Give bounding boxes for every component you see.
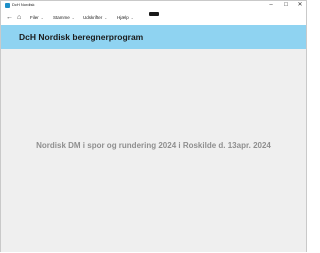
menu-filer-label: Filer <box>30 15 39 20</box>
menu-filer[interactable]: Filer ⌄ <box>30 14 44 22</box>
chevron-down-icon: ⌄ <box>71 16 75 20</box>
event-description: Nordisk DM i spor og rundering 2024 i Ro… <box>36 141 271 150</box>
menu-hjaelp[interactable]: Hjælp ⌄ <box>117 14 134 22</box>
header-banner: DcH Nordisk beregnerprogram <box>1 25 306 49</box>
back-arrow-icon[interactable]: ← <box>6 13 13 23</box>
menu-udskrifter-label: Udskrifter <box>83 15 103 20</box>
menu-stamme-label: Stamme <box>53 15 70 20</box>
minimize-button[interactable]: – <box>264 1 278 11</box>
home-icon[interactable]: ⌂ <box>17 13 21 23</box>
menu-bar: ← ⌂ Filer ⌄ Stamme ⌄ Udskrifter ⌄ Hjælp ⌄ <box>1 11 306 25</box>
title-bar: DcH Nordisk – ☐ ✕ <box>1 1 306 11</box>
app-icon <box>5 3 10 8</box>
toolbar-badge <box>149 12 159 16</box>
chevron-down-icon: ⌄ <box>130 16 134 20</box>
menu-hjaelp-label: Hjælp <box>117 15 129 20</box>
menu-stamme[interactable]: Stamme ⌄ <box>53 14 75 22</box>
maximize-button[interactable]: ☐ <box>279 1 293 11</box>
chevron-down-icon: ⌄ <box>40 16 44 20</box>
menu-udskrifter[interactable]: Udskrifter ⌄ <box>83 14 107 22</box>
window-title: DcH Nordisk <box>12 2 35 7</box>
app-window: DcH Nordisk – ☐ ✕ ← ⌂ Filer ⌄ Stamme ⌄ Uds… <box>0 0 307 252</box>
main-content: Nordisk DM i spor og rundering 2024 i Ro… <box>1 49 306 252</box>
close-button[interactable]: ✕ <box>293 1 307 11</box>
page-title: DcH Nordisk beregnerprogram <box>19 32 144 42</box>
chevron-down-icon: ⌄ <box>104 16 108 20</box>
